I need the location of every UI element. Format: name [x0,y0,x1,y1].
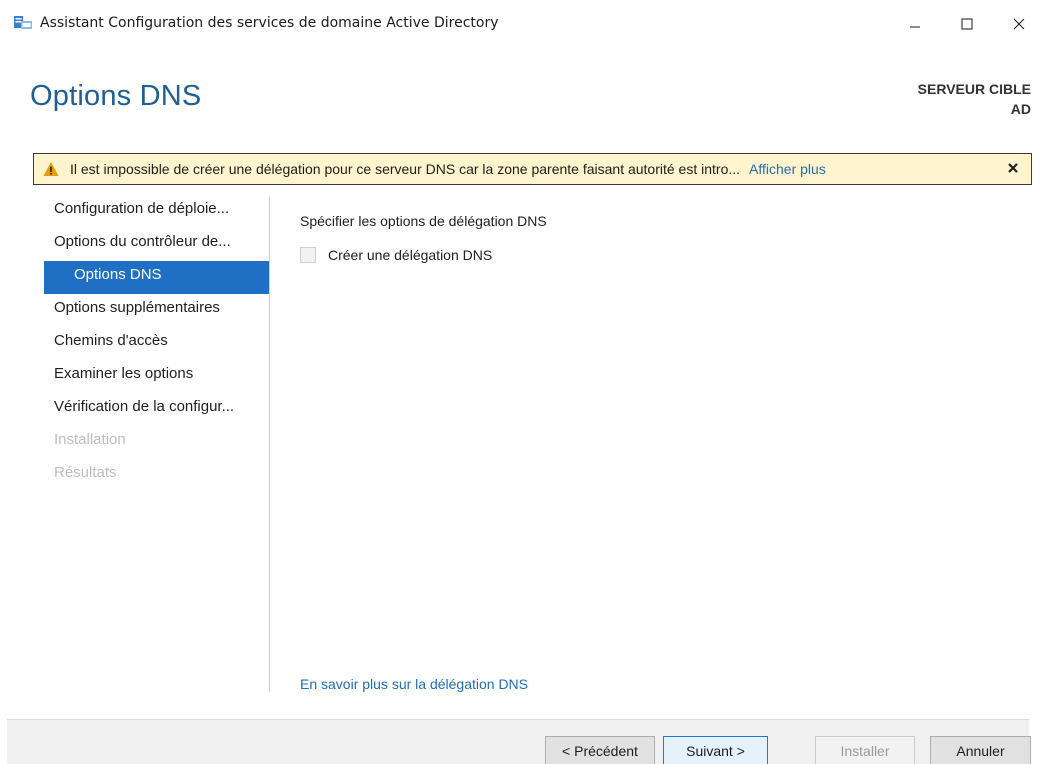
install-button: Installer [815,736,915,764]
create-dns-delegation-label: Créer une délégation DNS [328,247,493,263]
nav-item-additional-options[interactable]: Options supplémentaires [44,294,270,327]
warning-banner: Il est impossible de créer une délégatio… [33,153,1032,185]
close-icon [1013,18,1025,30]
target-server-name: AD [1010,101,1031,117]
previous-button[interactable]: < Précédent [545,736,655,764]
target-server-label: SERVEUR CIBLE [917,81,1031,97]
warning-text: Il est impossible de créer une délégatio… [70,161,741,177]
nav-item-paths[interactable]: Chemins d'accès [44,327,270,360]
cancel-button[interactable]: Annuler [930,736,1031,764]
maximize-icon [961,18,973,30]
nav-item-dc-options[interactable]: Options du contrôleur de... [44,228,270,261]
close-window-button[interactable] [996,8,1042,40]
nav-item-review-options[interactable]: Examiner les options [44,360,270,393]
wizard-steps-nav: Configuration de déploie... Options du c… [44,195,270,492]
nav-item-deployment-config[interactable]: Configuration de déploie... [44,195,270,228]
section-title: Spécifier les options de délégation DNS [300,213,547,229]
maximize-button[interactable] [944,8,990,40]
next-button[interactable]: Suivant > [663,736,768,764]
nav-divider [269,197,270,692]
create-dns-delegation-checkbox[interactable] [300,247,316,263]
window-title: Assistant Configuration des services de … [40,15,499,31]
page-title: Options DNS [30,80,202,112]
create-dns-delegation-option[interactable]: Créer une délégation DNS [300,247,492,263]
nav-item-prerequisites-check[interactable]: Vérification de la configur... [44,393,270,426]
close-icon[interactable] [1006,161,1020,175]
show-more-link[interactable]: Afficher plus [749,161,826,177]
nav-item-results: Résultats [54,464,117,481]
ad-wizard-icon [14,16,32,29]
minimize-button[interactable] [892,8,938,40]
nav-item-dns-options[interactable]: Options DNS [44,261,270,294]
learn-more-link[interactable]: En savoir plus sur la délégation DNS [300,676,528,692]
nav-item-installation: Installation [54,431,126,448]
warning-icon [43,162,59,176]
title-bar: Assistant Configuration des services de … [0,0,1043,48]
minimize-icon [910,26,920,28]
target-server: SERVEUR CIBLE AD [918,79,1031,119]
